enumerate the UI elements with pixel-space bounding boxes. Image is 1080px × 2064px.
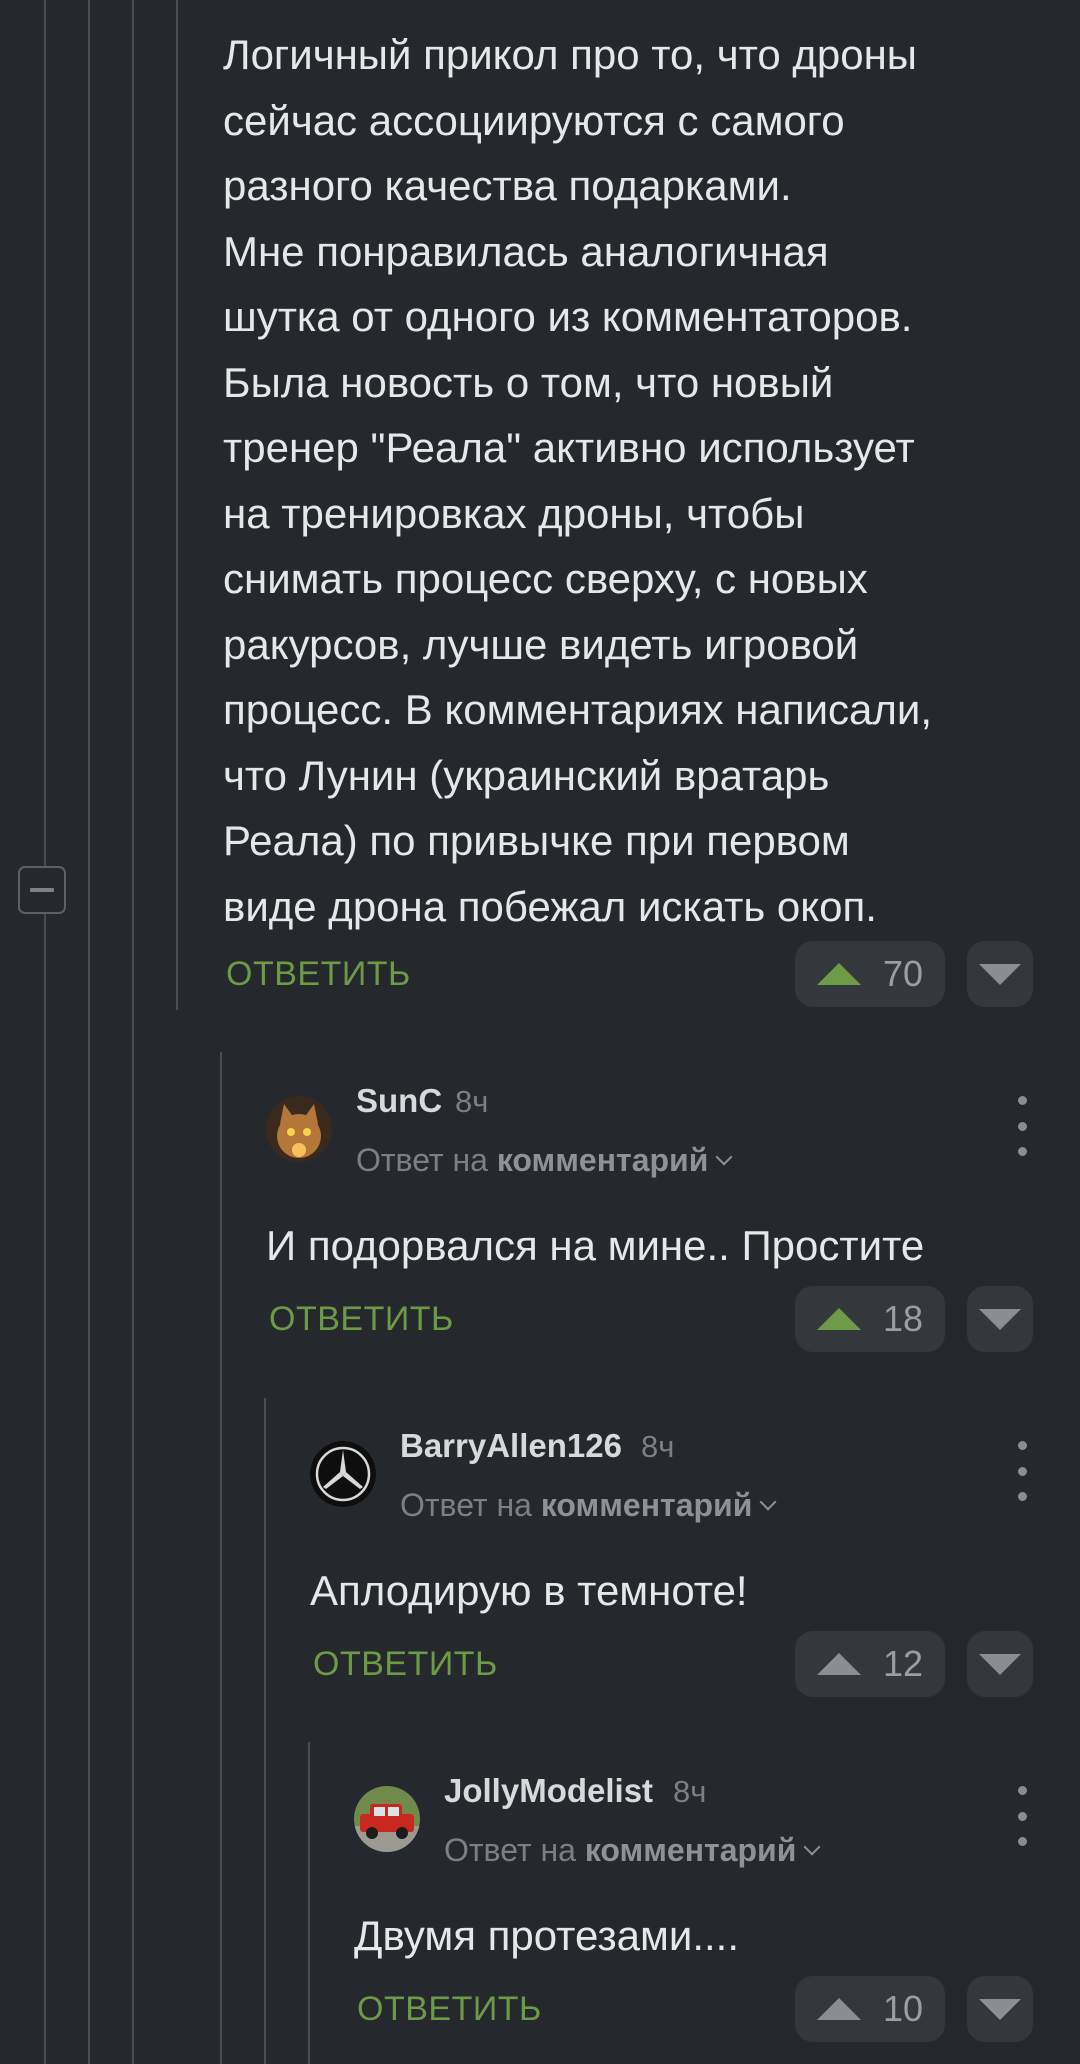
avatar[interactable] (266, 1096, 332, 1162)
avatar[interactable] (310, 1441, 376, 1507)
more-options-icon[interactable] (1002, 1096, 1042, 1156)
timestamp: 8ч (455, 1084, 489, 1119)
reply-to-prefix: Ответ на (444, 1832, 576, 1868)
minus-icon (30, 888, 54, 892)
comment-text: Двумя протезами.... (354, 1912, 740, 1959)
arrow-up-icon (817, 1998, 861, 2020)
rating-count: 10 (883, 1988, 924, 2029)
thread-line-4 (176, 0, 178, 1010)
reply-to-comment-link[interactable]: комментарий (497, 1142, 709, 1178)
thread-line-2 (88, 0, 90, 2064)
rating-count: 12 (883, 1643, 924, 1684)
arrow-down-icon (979, 1308, 1021, 1330)
cat-avatar-icon (266, 1096, 332, 1162)
downvote-button[interactable] (967, 941, 1033, 1007)
upvote-button[interactable]: 12 (795, 1631, 945, 1697)
rating-count: 70 (883, 953, 924, 994)
reply-button[interactable]: ОТВЕТИТЬ (357, 1990, 542, 2029)
thread-line-5 (220, 1052, 222, 2064)
arrow-down-icon (979, 963, 1021, 985)
username[interactable]: SunC (356, 1082, 442, 1120)
reply-button[interactable]: ОТВЕТИТЬ (269, 1300, 454, 1339)
reply-to-comment-link[interactable]: комментарий (541, 1487, 753, 1523)
reply-button[interactable]: ОТВЕТИТЬ (226, 955, 411, 994)
upvote-button[interactable]: 70 (795, 941, 945, 1007)
reply-to-prefix: Ответ на (400, 1487, 532, 1523)
arrow-up-icon (817, 1308, 861, 1330)
more-options-icon[interactable] (1002, 1786, 1042, 1846)
thread-line-7 (308, 1742, 310, 2064)
red-car-icon (354, 1786, 420, 1852)
username[interactable]: JollyModelist (444, 1772, 653, 1810)
timestamp: 8ч (673, 1774, 707, 1809)
arrow-down-icon (979, 1998, 1021, 2020)
username[interactable]: BarryAllen126 (400, 1427, 622, 1465)
arrow-up-icon (817, 963, 861, 985)
chevron-down-icon (759, 1493, 777, 1511)
reply-button[interactable]: ОТВЕТИТЬ (313, 1645, 498, 1684)
reply-to-link[interactable]: Ответ на комментарий (400, 1487, 777, 1524)
thread-line-3 (132, 0, 134, 2064)
avatar[interactable] (354, 1786, 420, 1852)
downvote-button[interactable] (967, 1976, 1033, 2042)
timestamp: 8ч (641, 1429, 675, 1464)
comment-text: Аплодирую в темноте! (310, 1567, 748, 1614)
upvote-button[interactable]: 18 (795, 1286, 945, 1352)
comment-text: Логичный прикол про то, что дроны сейчас… (223, 31, 933, 930)
mercedes-logo-icon (310, 1441, 376, 1507)
reply-to-comment-link[interactable]: комментарий (585, 1832, 797, 1868)
reply-to-prefix: Ответ на (356, 1142, 488, 1178)
upvote-button[interactable]: 10 (795, 1976, 945, 2042)
reply-to-link[interactable]: Ответ на комментарий (356, 1142, 733, 1179)
chevron-down-icon (715, 1148, 733, 1166)
arrow-up-icon (817, 1653, 861, 1675)
rating-count: 18 (883, 1298, 924, 1339)
downvote-button[interactable] (967, 1631, 1033, 1697)
chevron-down-icon (803, 1838, 821, 1856)
collapse-thread-button[interactable] (18, 866, 66, 914)
downvote-button[interactable] (967, 1286, 1033, 1352)
reply-to-link[interactable]: Ответ на комментарий (444, 1832, 821, 1869)
thread-line-1 (44, 0, 46, 2064)
comment-text: И подорвался на мине.. Простите (266, 1222, 925, 1269)
arrow-down-icon (979, 1653, 1021, 1675)
thread-line-6 (264, 1398, 266, 2064)
more-options-icon[interactable] (1002, 1441, 1042, 1501)
